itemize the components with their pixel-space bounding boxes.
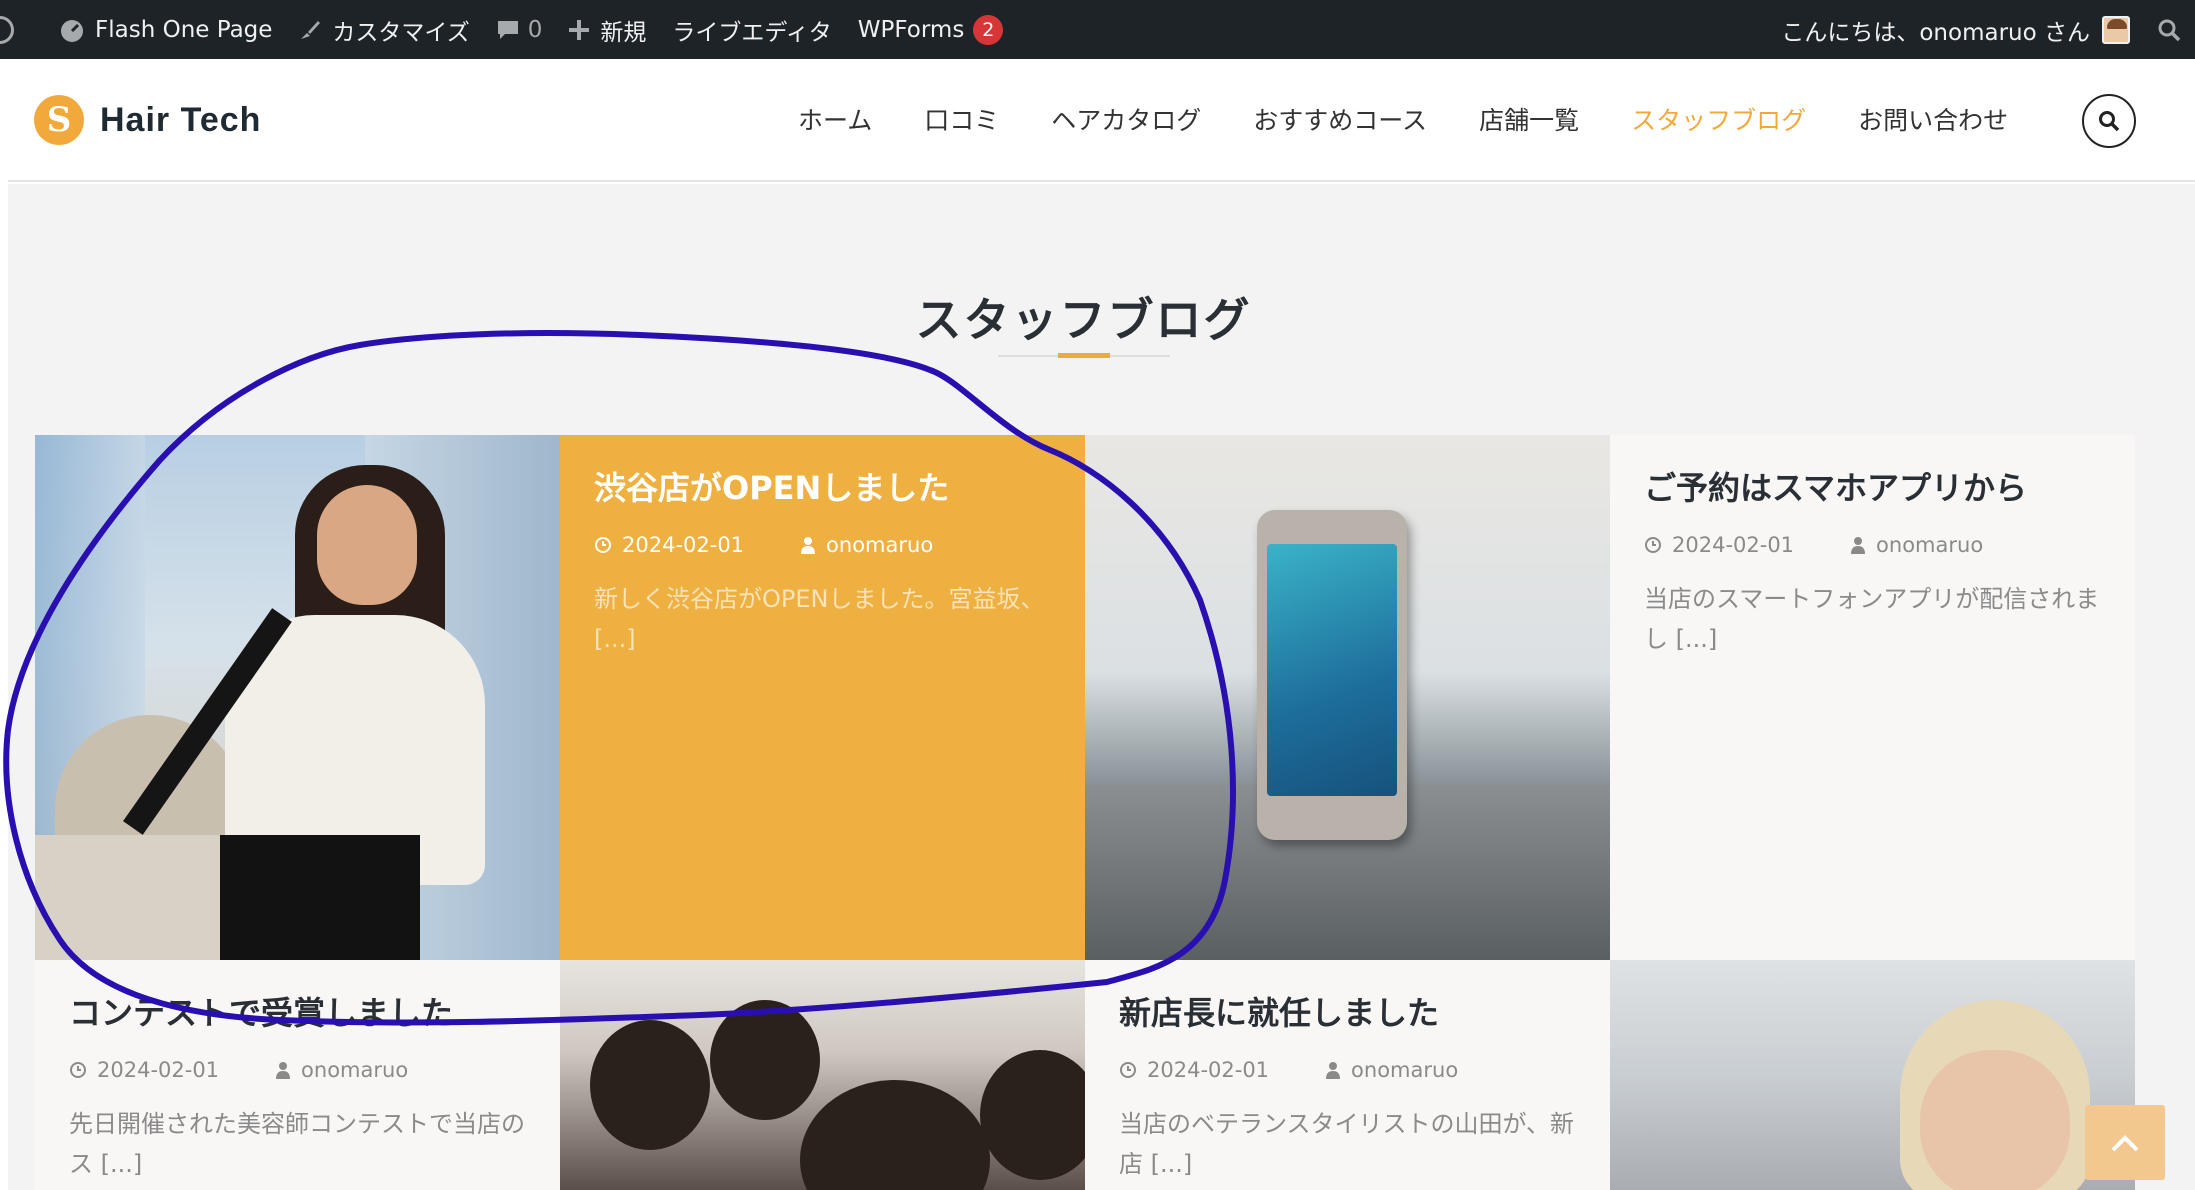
post-card-contest[interactable]: コンテストで受賞しました 2024-02-01 onomaruo 先日開催された…: [35, 960, 560, 1190]
comments-link[interactable]: 0: [483, 0, 556, 59]
user-icon: [801, 537, 816, 554]
post-meta: 2024-02-01 onomaruo: [1644, 533, 2101, 557]
post-date[interactable]: 2024-02-01: [622, 533, 744, 557]
nav-item-home[interactable]: ホーム: [798, 101, 872, 137]
wpforms-link[interactable]: WPForms 2: [845, 0, 1017, 59]
post-excerpt: 先日開催された美容師コンテストで当店の ス [...]: [69, 1110, 525, 1178]
post-title[interactable]: 新店長に就任しました: [1119, 988, 1576, 1034]
post-author[interactable]: onomaruo: [1876, 533, 1983, 557]
new-label: 新規: [600, 19, 647, 46]
search-icon: [2099, 111, 2120, 132]
nav-item-store-list[interactable]: 店舗一覧: [1479, 101, 1579, 137]
new-content-link[interactable]: 新規: [555, 0, 659, 59]
search-icon: [2158, 19, 2181, 41]
nav-item-contact[interactable]: お問い合わせ: [1858, 101, 2008, 137]
admin-bar: Flash One Page カスタマイズ 0 新規 ライブエディタ WPFor…: [0, 0, 2195, 59]
nav-item-recommended-courses[interactable]: おすすめコース: [1253, 101, 1427, 137]
post-excerpt: 当店のベテランスタイリストの山田が、新 店 [...]: [1119, 1110, 1575, 1178]
post-meta: 2024-02-01 onomaruo: [1119, 1058, 1576, 1082]
customize-label: カスタマイズ: [332, 19, 470, 46]
post-card-manager[interactable]: 新店長に就任しました 2024-02-01 onomaruo 当店のベテランスタ…: [1085, 960, 1610, 1190]
live-editor-link[interactable]: ライブエディタ: [659, 0, 844, 59]
post-card-shibuya[interactable]: 渋谷店がOPENしました 2024-02-01 onomaruo 新しく渋谷店が…: [560, 435, 1085, 960]
section-title: スタッフブログ: [915, 293, 1252, 347]
wpforms-label: WPForms: [857, 16, 965, 43]
site-name-link[interactable]: Flash One Page: [46, 0, 285, 59]
clock-icon: [1645, 537, 1661, 553]
plus-icon: [569, 19, 590, 40]
my-account-link[interactable]: こんにちは、onomaruo さん: [1768, 0, 2143, 59]
post-title[interactable]: ご予約はスマホアプリから: [1644, 463, 2101, 509]
left-edge: [0, 59, 8, 1190]
clock-icon: [1120, 1062, 1136, 1078]
post-date[interactable]: 2024-02-01: [97, 1058, 219, 1082]
post-excerpt: 当店のスマートフォンアプリが配信されま し [...]: [1644, 585, 2100, 653]
post-title[interactable]: コンテストで受賞しました: [69, 988, 526, 1034]
post-image-shibuya[interactable]: [35, 435, 560, 960]
title-accent-bar: [1058, 353, 1110, 358]
logo-mark: S: [34, 95, 84, 145]
search-button[interactable]: [2082, 94, 2136, 148]
chevron-up-icon: [2111, 1134, 2139, 1151]
nav-item-hair-catalog[interactable]: ヘアカタログ: [1051, 101, 1201, 137]
post-author[interactable]: onomaruo: [301, 1058, 408, 1082]
post-meta: 2024-02-01 onomaruo: [594, 533, 1051, 557]
brush-icon: [301, 20, 321, 39]
live-editor-label: ライブエディタ: [672, 19, 832, 46]
comments-count: 0: [527, 16, 543, 43]
site-header: S Hair Tech ホーム 口コミ ヘアカタログ おすすめコース 店舗一覧 …: [8, 59, 2195, 182]
post-image-contest[interactable]: [560, 960, 1085, 1190]
customize-link[interactable]: カスタマイズ: [285, 0, 482, 59]
wordpress-logo-icon[interactable]: [0, 0, 46, 59]
main-nav: ホーム 口コミ ヘアカタログ おすすめコース 店舗一覧 スタッフブログ お問い合…: [798, 101, 2060, 137]
greeting-label: こんにちは、onomaruo さん: [1781, 19, 2090, 46]
post-date[interactable]: 2024-02-01: [1672, 533, 1794, 557]
nav-item-staff-blog[interactable]: スタッフブログ: [1631, 101, 1806, 137]
comment-icon: [497, 20, 518, 39]
post-image-manager[interactable]: [1610, 960, 2135, 1190]
admin-search-button[interactable]: [2143, 0, 2195, 59]
clock-icon: [595, 537, 611, 553]
site-title: Hair Tech: [100, 100, 262, 139]
post-date[interactable]: 2024-02-01: [1147, 1058, 1269, 1082]
post-image-app[interactable]: [1085, 435, 1610, 960]
staff-blog-section: スタッフブログ 渋谷店がOPENしました 2024-02-01 onomaruo…: [8, 184, 2195, 1190]
post-excerpt: 新しく渋谷店がOPENしました。宮益坂、 [...]: [594, 585, 1045, 653]
post-title[interactable]: 渋谷店がOPENしました: [594, 463, 1051, 509]
user-icon: [276, 1062, 291, 1079]
post-card-app[interactable]: ご予約はスマホアプリから 2024-02-01 onomaruo 当店のスマート…: [1610, 435, 2135, 960]
scroll-to-top-button[interactable]: [2085, 1105, 2165, 1180]
site-logo[interactable]: S Hair Tech: [34, 95, 261, 145]
nav-item-reviews[interactable]: 口コミ: [924, 101, 999, 137]
avatar: [2102, 15, 2130, 44]
post-author[interactable]: onomaruo: [1351, 1058, 1458, 1082]
clock-icon: [70, 1062, 86, 1078]
post-meta: 2024-02-01 onomaruo: [69, 1058, 526, 1082]
site-name-label: Flash One Page: [95, 16, 273, 43]
smartphone-image: [1257, 510, 1407, 840]
post-author[interactable]: onomaruo: [826, 533, 933, 557]
dashboard-icon: [61, 19, 83, 42]
wpforms-count-badge: 2: [973, 14, 1004, 45]
user-icon: [1326, 1062, 1341, 1079]
user-icon: [1851, 537, 1866, 554]
